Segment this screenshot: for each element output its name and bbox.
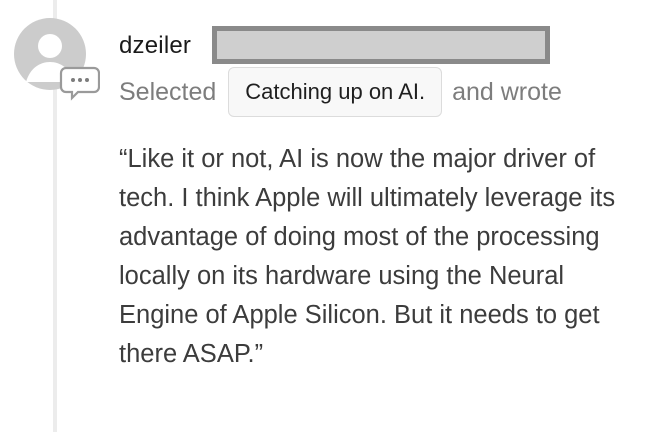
author-name[interactable]: dzeiler (119, 32, 191, 60)
avatar[interactable] (12, 16, 100, 104)
comment-body: “Like it or not, AI is now the major dri… (119, 145, 616, 368)
action-suffix: and wrote (452, 77, 562, 106)
redaction-block (212, 26, 550, 64)
comment-bubble-icon (59, 66, 100, 101)
comment-action: Selected Catching up on AI. and wrote (119, 66, 562, 118)
comment-header: dzeiler (119, 28, 191, 64)
action-prefix: Selected (119, 77, 217, 106)
default-avatar-icon (14, 18, 100, 101)
selected-text-chip[interactable]: Catching up on AI. (228, 67, 443, 117)
